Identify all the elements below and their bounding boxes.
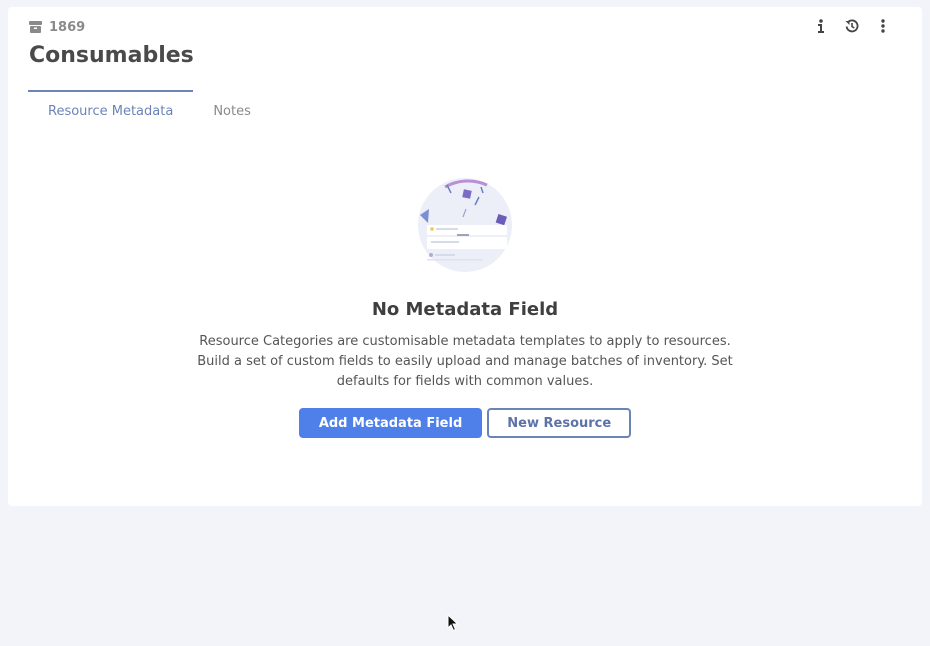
- empty-state-illustration: [417, 177, 513, 273]
- empty-state: No Metadata Field Resource Categories ar…: [8, 177, 922, 438]
- tab-notes[interactable]: Notes: [193, 90, 271, 120]
- resource-card: 1869 Consumables Resource Metadata Notes…: [8, 7, 922, 506]
- history-icon: [845, 19, 859, 33]
- info-button[interactable]: [812, 17, 830, 35]
- box-icon: [29, 18, 42, 37]
- more-button[interactable]: [874, 17, 892, 35]
- empty-state-description: Resource Categories are customisable met…: [197, 334, 733, 389]
- tab-bar: Resource Metadata Notes: [28, 90, 271, 120]
- info-icon: [818, 19, 824, 33]
- more-vertical-icon: [881, 19, 885, 33]
- empty-state-heading: No Metadata Field: [371, 299, 559, 320]
- add-metadata-field-button[interactable]: Add Metadata Field: [298, 408, 483, 438]
- history-button[interactable]: [843, 17, 861, 35]
- page-title: Consumables: [29, 43, 194, 68]
- mouse-cursor-icon: [447, 613, 459, 636]
- header-actions: [812, 17, 892, 35]
- record-id: 1869: [49, 20, 86, 35]
- new-resource-button[interactable]: New Resource: [487, 408, 632, 438]
- tab-resource-metadata[interactable]: Resource Metadata: [28, 90, 194, 120]
- record-id-bar: 1869: [29, 18, 85, 37]
- empty-state-actions: Add Metadata Field New Resource: [8, 408, 922, 438]
